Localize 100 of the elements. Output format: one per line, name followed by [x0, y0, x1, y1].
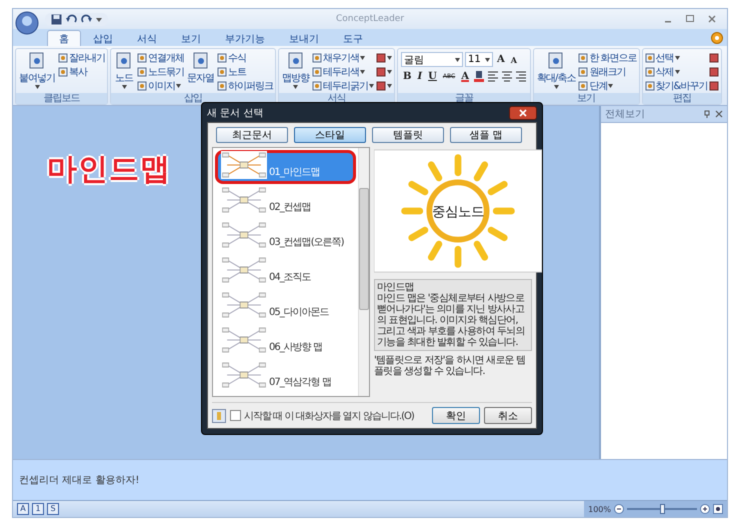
caret-icon [554, 85, 559, 89]
tool-icon [644, 81, 655, 91]
help-icon[interactable] [711, 32, 723, 44]
ribbon-tab[interactable]: 보내기 [277, 30, 331, 46]
ribbon-button[interactable]: 원래크기 [578, 65, 637, 79]
close-icon[interactable] [707, 14, 717, 24]
zoom-out-icon[interactable] [614, 504, 624, 514]
save-icon[interactable] [51, 14, 62, 24]
fit-icon[interactable] [713, 504, 723, 514]
icon-button[interactable] [376, 79, 392, 93]
tool-icon [578, 81, 588, 91]
font-size-field[interactable]: 11 [465, 52, 493, 67]
font-field[interactable]: 굴림 [401, 52, 463, 67]
ribbon-button[interactable]: 잘라내기 [58, 51, 105, 65]
caret-icon [34, 85, 40, 89]
highlight-icon[interactable] [472, 70, 485, 82]
memo-text: 컨셉리더 제대로 활용하자! [19, 474, 140, 487]
icon-button[interactable] [709, 79, 720, 93]
redo-icon[interactable] [81, 14, 92, 24]
align-center-icon[interactable] [500, 70, 513, 82]
caret-icon [674, 56, 680, 60]
ribbon-tab[interactable]: 서식 [125, 30, 169, 46]
caret-icon [122, 85, 126, 89]
dialog-tab[interactable]: 스타일 [294, 127, 366, 143]
view-mode-button[interactable]: S [47, 503, 59, 515]
cancel-button[interactable]: 취소 [484, 407, 532, 424]
format-button[interactable]: U [426, 70, 439, 82]
ribbon-button[interactable]: 채우기색 [312, 51, 374, 65]
ribbon-button[interactable]: 단계 [578, 79, 637, 93]
icon-button[interactable] [376, 51, 392, 65]
align-right-icon[interactable] [514, 70, 527, 82]
dialog-tab[interactable]: 샘플 맵 [450, 127, 522, 143]
ribbon-button[interactable]: 노트 [217, 65, 273, 79]
ribbon-button[interactable]: 삭제 [644, 65, 708, 79]
tool-icon [644, 53, 655, 63]
caret-icon [387, 56, 392, 60]
maximize-icon[interactable] [685, 14, 695, 24]
ribbon-button[interactable]: 선택 [644, 51, 708, 65]
grow-font-button[interactable]: A [495, 54, 507, 65]
ribbon-button[interactable]: 노드묶기 [137, 65, 184, 79]
tool-icon [312, 53, 322, 63]
icon-button[interactable] [709, 51, 720, 65]
checkbox[interactable] [230, 410, 241, 421]
tool-icon [578, 53, 588, 63]
ribbon-tab[interactable]: 부가기능 [213, 30, 277, 46]
zoom-percent: 100% [588, 504, 611, 514]
pin-icon[interactable] [703, 110, 711, 118]
zoom-in-icon[interactable] [700, 504, 710, 514]
template-item[interactable]: 04_조직도 [215, 255, 356, 289]
ribbon-button[interactable]: 하이퍼링크 [217, 79, 273, 93]
format-button[interactable]: I [415, 70, 424, 82]
ribbon-button[interactable]: 문자열 [186, 51, 215, 93]
ribbon-button[interactable]: 테두리색 [312, 65, 374, 79]
template-item[interactable]: 05_다이아몬드 [215, 290, 356, 324]
ribbon-button[interactable]: 한 화면으로 [578, 51, 637, 65]
dialog-title: 새 문서 선택 [207, 106, 264, 120]
format-button[interactable]: A [459, 70, 471, 82]
info-icon[interactable] [212, 408, 226, 422]
dialog-tab[interactable]: 최근문서 [216, 127, 288, 143]
diagram-thumbnail [221, 361, 267, 389]
ribbon-tab[interactable]: 삽입 [81, 30, 125, 46]
group-label: 삽입 [111, 93, 275, 104]
ok-button[interactable]: 확인 [432, 407, 480, 424]
ribbon-button[interactable]: 이미지 [137, 79, 184, 93]
dialog-close-button[interactable] [509, 106, 537, 120]
view-mode-button[interactable]: A [17, 503, 29, 515]
ribbon-tab[interactable]: 보기 [169, 30, 213, 46]
tool-icon [709, 53, 720, 63]
ribbon-button[interactable]: 복사 [58, 65, 105, 79]
format-button[interactable]: B [401, 70, 414, 82]
template-item[interactable]: 07_역삼각형 맵 [215, 360, 356, 394]
annotation-label: 마인드맵 [47, 151, 171, 189]
tool-icon [137, 81, 147, 91]
ribbon-button[interactable]: 연결개체 [137, 51, 184, 65]
group-label: 편집 [642, 93, 722, 104]
tool-icon [312, 67, 322, 77]
view-mode-button[interactable]: 1 [32, 503, 44, 515]
ribbon-button[interactable]: 붙여넣기 [18, 51, 56, 93]
tool-icon [137, 67, 147, 77]
ribbon-button[interactable]: 테두리굵기 [312, 79, 374, 93]
ribbon-tab[interactable]: 도구 [331, 30, 375, 46]
tool-icon [217, 53, 227, 63]
ribbon-tab[interactable]: 홈 [47, 30, 81, 46]
template-item[interactable]: 03_컨셉맵(오른쪽) [215, 220, 356, 254]
shrink-font-button[interactable]: A [508, 54, 519, 64]
scrollbar[interactable] [358, 148, 369, 396]
undo-icon[interactable] [66, 14, 77, 24]
template-item[interactable]: 02_컨셉맵 [215, 185, 356, 219]
ribbon-button[interactable]: 노드 [113, 51, 135, 93]
template-item[interactable]: 06_사방향 맵 [215, 325, 356, 359]
ribbon-button[interactable]: 확대/축소 [536, 51, 576, 93]
dialog-tab[interactable]: 템플릿 [372, 127, 444, 143]
align-left-icon[interactable] [486, 70, 499, 82]
close-icon[interactable] [715, 110, 723, 118]
customize-caret-icon[interactable] [96, 15, 102, 23]
ribbon-button[interactable]: 맵방향 [281, 51, 310, 93]
ribbon-button[interactable]: 찾기&바꾸기 [644, 79, 708, 93]
ribbon-button[interactable]: 수식 [217, 51, 273, 65]
icon-button[interactable] [709, 65, 720, 79]
icon-button[interactable] [376, 65, 392, 79]
